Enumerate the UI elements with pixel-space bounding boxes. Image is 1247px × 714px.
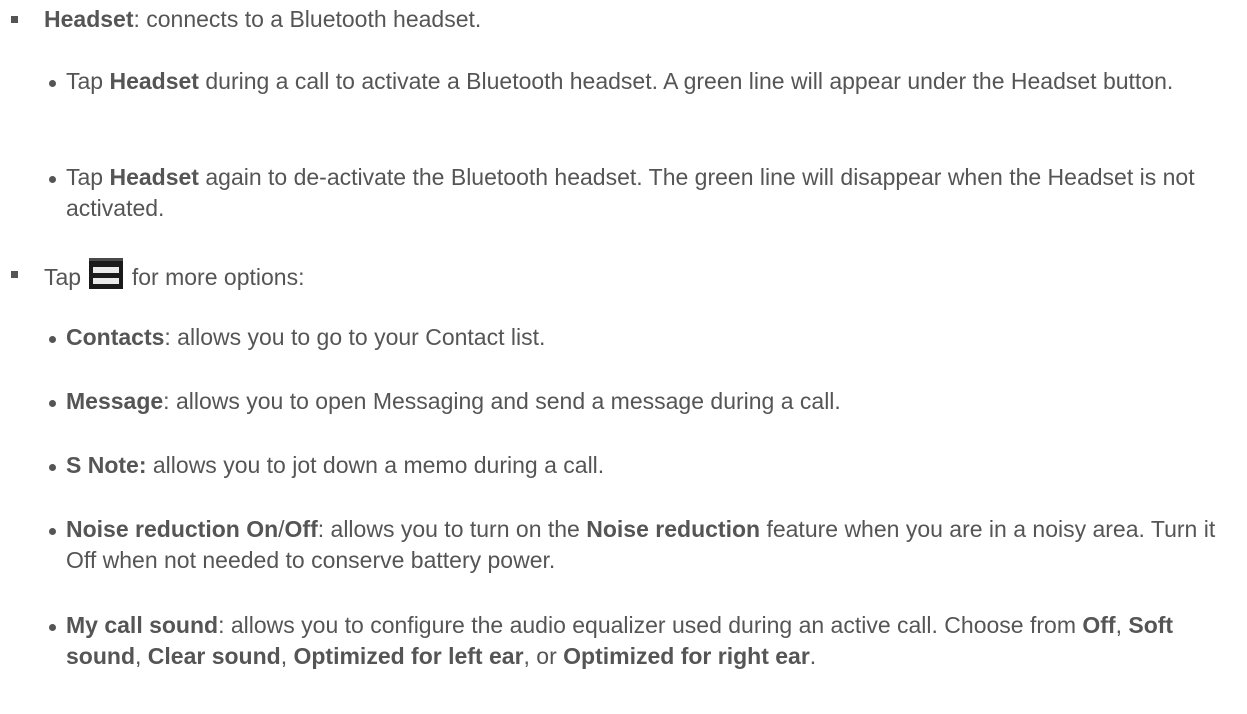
- bullet-dot-icon: [49, 624, 56, 631]
- bullet-dot-icon: [49, 336, 56, 343]
- headset-sub-2: Tap Headset again to de-activate the Blu…: [66, 164, 1195, 221]
- menu-icon: [89, 258, 124, 289]
- more-options-item: Tap for more options:: [44, 258, 1224, 293]
- option-message: Message: allows you to open Messaging an…: [66, 388, 841, 414]
- headset-title: Headset: [44, 6, 134, 32]
- option-noise-reduction: Noise reduction On/Off: allows you to tu…: [66, 516, 1216, 573]
- bullet-dot-icon: [49, 176, 56, 183]
- bullet-dot-icon: [49, 80, 56, 87]
- headset-item: Headset: connects to a Bluetooth headset…: [44, 4, 1224, 35]
- bullet-dot-icon: [49, 400, 56, 407]
- bullet-dot-icon: [49, 464, 56, 471]
- bullet-square-icon: [11, 16, 18, 23]
- option-s-note: S Note: allows you to jot down a memo du…: [66, 452, 605, 478]
- bullet-dot-icon: [49, 528, 56, 535]
- headset-sub-1: Tap Headset during a call to activate a …: [66, 68, 1174, 94]
- option-contacts: Contacts: allows you to go to your Conta…: [66, 324, 546, 350]
- option-my-call-sound: My call sound: allows you to configure t…: [66, 612, 1174, 669]
- bullet-square-icon: [11, 271, 18, 278]
- headset-desc: : connects to a Bluetooth headset.: [133, 6, 482, 32]
